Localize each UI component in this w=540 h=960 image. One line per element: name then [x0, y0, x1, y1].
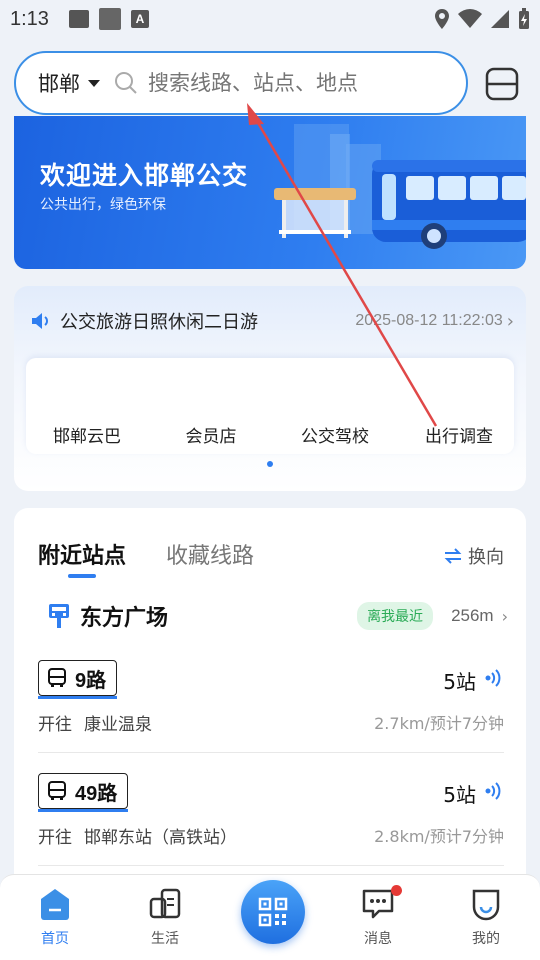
banner-title: 欢迎进入邯郸公交 [40, 161, 249, 190]
switch-direction-label: 换向 [468, 547, 504, 568]
unread-dot [391, 885, 402, 896]
search-icon [115, 72, 137, 94]
route-tag: 9路 [38, 660, 118, 699]
route-destination: 康业温泉 [84, 715, 152, 735]
qr-code-button[interactable] [241, 880, 305, 944]
tab-favorite-routes[interactable]: 收藏线路 [166, 538, 254, 570]
quick-link-member-store[interactable]: 会员店 [156, 422, 266, 447]
caret-down-icon[interactable] [88, 79, 100, 87]
route-eta: 2.8km/预计7分钟 [374, 827, 504, 846]
direction-label: 开往 [38, 715, 72, 735]
promo-banner[interactable]: 欢迎进入邯郸公交 公共出行，绿色环保 [14, 116, 526, 269]
bus-stop-icon [49, 604, 69, 628]
notice-time: 2025-08-12 11:22:03 [355, 312, 503, 329]
route-direction: 开往 康业温泉 [38, 710, 152, 735]
chevron-right-icon: › [501, 606, 508, 626]
route-tag: 49路 [38, 773, 129, 812]
station-name: 东方广场 [80, 606, 169, 631]
swap-icon [444, 548, 462, 564]
route-name: 49路 [75, 782, 118, 805]
direction-label: 开往 [38, 828, 72, 848]
font-notification-icon: A [130, 10, 149, 28]
route-stops: 5站 [443, 783, 476, 807]
search-input[interactable] [148, 71, 448, 95]
life-icon [149, 888, 181, 919]
tab-nearby-stations[interactable]: 附近站点 [38, 538, 126, 570]
bus-icon [48, 668, 66, 687]
banner-subtitle: 公共出行，绿色环保 [40, 197, 166, 213]
chevron-right-icon: › [506, 310, 514, 332]
bus-icon [48, 781, 66, 800]
nav-messages[interactable]: 消息 [348, 885, 408, 948]
nav-life[interactable]: 生活 [135, 887, 195, 948]
status-time: 1:13 [10, 7, 49, 30]
station-row[interactable]: 东方广场 离我最近 256m › [48, 600, 508, 632]
search-bar[interactable]: 邯郸 [14, 51, 468, 115]
route-destination: 邯郸东站（高铁站） [84, 828, 237, 848]
divider [38, 865, 504, 866]
home-icon [41, 889, 69, 920]
app-notification-icon [98, 8, 121, 30]
nav-profile[interactable]: 我的 [456, 887, 516, 948]
route-eta: 2.7km/预计7分钟 [374, 714, 504, 733]
notification-icons: A [68, 8, 149, 30]
notice-row[interactable]: 公交旅游日照休闲二日游 2025-08-12 11:22:03 › [30, 308, 514, 334]
quick-links: 邯郸云巴 会员店 公交驾校 出行调查 [26, 358, 514, 454]
nav-label-profile: 我的 [472, 931, 500, 947]
notice-text: 公交旅游日照休闲二日游 [60, 312, 258, 333]
status-bar: 1:13 A [0, 0, 540, 38]
city-selector[interactable]: 邯郸 [38, 68, 80, 98]
nav-label-life: 生活 [151, 931, 179, 947]
profile-icon [472, 889, 500, 921]
notice-card: 公交旅游日照休闲二日游 2025-08-12 11:22:03 › 邯郸云巴 会… [14, 286, 526, 491]
system-icons [434, 8, 530, 30]
route-item[interactable]: 49路 5站 开往 邯郸东站（高铁站） 2.8km/预计7分钟 [38, 773, 504, 885]
route-direction: 开往 邯郸东站（高铁站） [38, 823, 237, 848]
battery-icon [519, 8, 529, 29]
quick-link-yunba[interactable]: 邯郸云巴 [32, 422, 142, 447]
realtime-signal-icon [485, 669, 501, 687]
nav-home[interactable]: 首页 [25, 887, 85, 948]
tab-underline [68, 574, 96, 578]
signal-icon [491, 10, 509, 28]
nav-label-messages: 消息 [364, 931, 392, 947]
speaker-icon [32, 313, 48, 329]
quick-link-travel-survey[interactable]: 出行调查 [404, 422, 514, 447]
wifi-icon [458, 9, 482, 28]
location-icon [435, 9, 449, 29]
nav-label-home: 首页 [41, 931, 69, 947]
scan-icon[interactable] [484, 66, 520, 102]
image-notification-icon [68, 10, 89, 28]
realtime-signal-icon [485, 782, 501, 800]
route-name: 9路 [75, 669, 107, 692]
station-distance: 256m [451, 606, 494, 625]
nearest-badge: 离我最近 [357, 602, 434, 630]
route-stops: 5站 [443, 670, 476, 694]
page-indicator [267, 461, 273, 467]
quick-link-driving-school[interactable]: 公交驾校 [280, 422, 390, 447]
message-icon [362, 889, 394, 919]
bus-illustration [274, 124, 526, 249]
qr-code-icon [258, 897, 288, 927]
route-item[interactable]: 9路 5站 开往 康业温泉 2.7km/预计7分钟 [38, 660, 504, 772]
switch-direction-button[interactable]: 换向 [444, 543, 504, 569]
divider [38, 752, 504, 753]
